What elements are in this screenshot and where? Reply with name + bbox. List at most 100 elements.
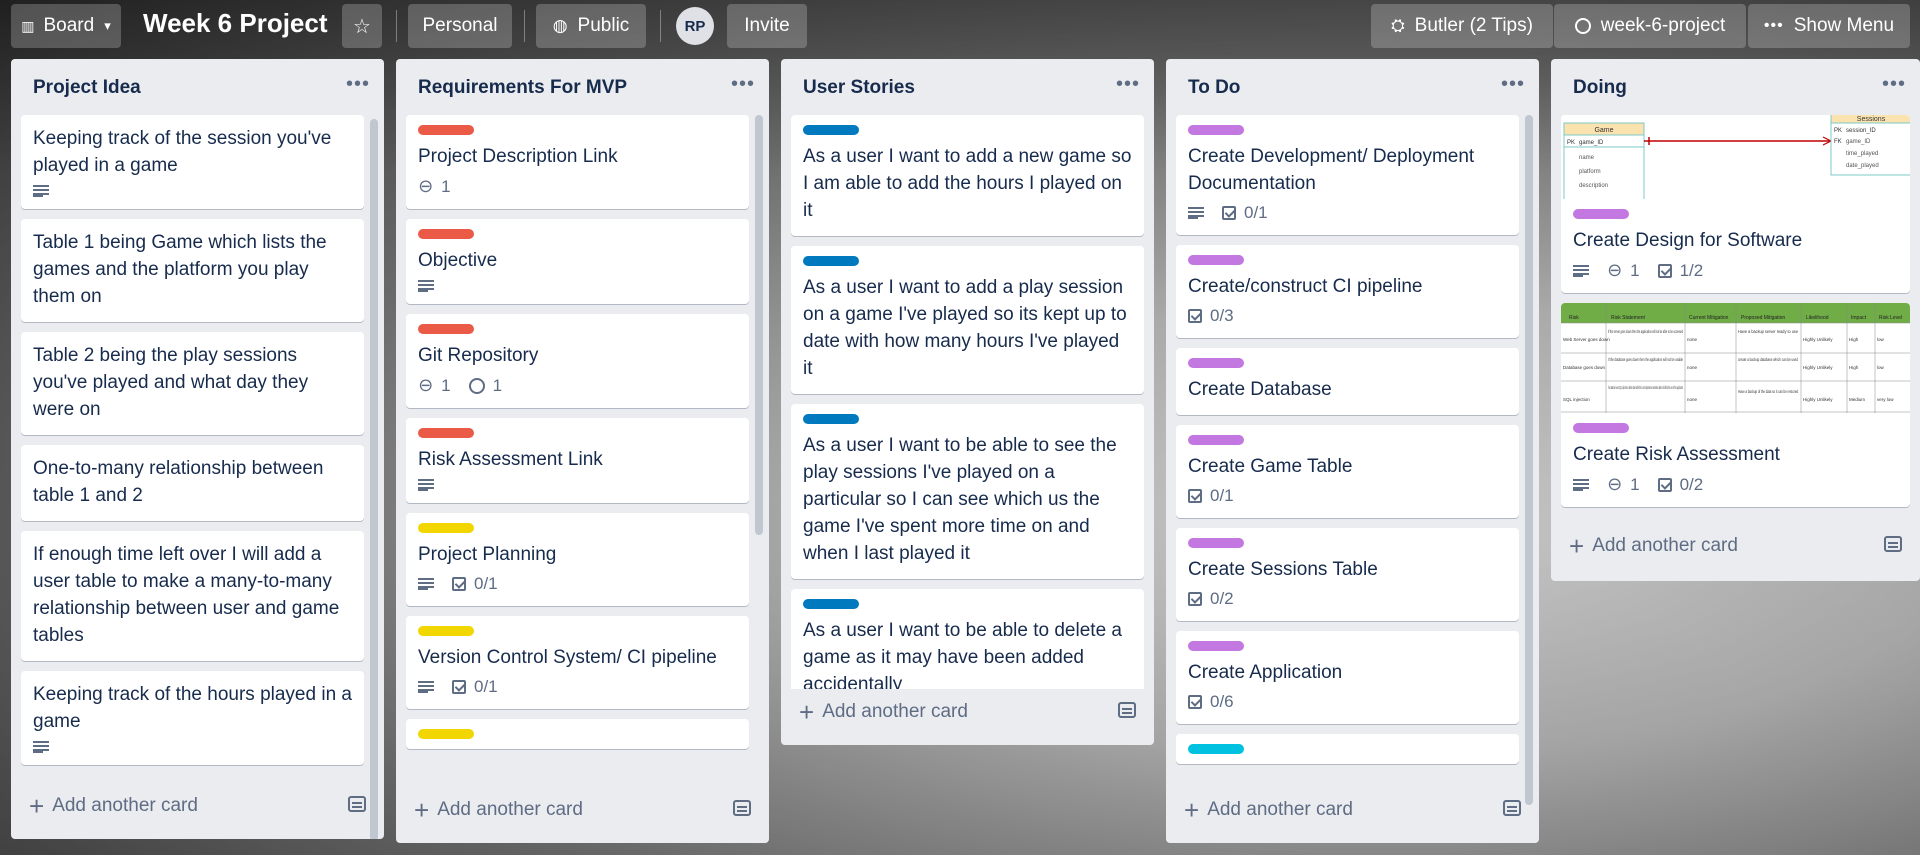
card[interactable]: Project Planning 0/1 <box>406 513 749 606</box>
card-badges: 0/1 <box>1188 486 1507 506</box>
list-menu-icon[interactable]: ••• <box>1501 73 1525 96</box>
visibility-button[interactable]: ◍ Public <box>536 4 646 48</box>
card[interactable]: Table 2 being the play sessions you've p… <box>21 332 364 435</box>
label-purple[interactable] <box>1188 641 1244 651</box>
template-icon[interactable] <box>348 796 366 812</box>
label-yellow[interactable] <box>418 626 474 636</box>
attachment-badge: ⊘ 1 <box>413 373 450 398</box>
risk-cell: none <box>1687 397 1698 402</box>
attachment-icon: ⊘ <box>413 372 439 398</box>
label-red[interactable] <box>418 125 474 135</box>
template-icon[interactable] <box>1503 800 1521 816</box>
card[interactable] <box>1176 734 1519 764</box>
list-to-do: To Do ••• Create Development/ Deployment… <box>1166 59 1539 843</box>
add-card-button[interactable]: + Add another card <box>1184 795 1353 825</box>
label-red[interactable] <box>418 428 474 438</box>
card[interactable]: One-to-many relationship between table 1… <box>21 445 364 521</box>
invite-button[interactable]: Invite <box>727 4 807 48</box>
checklist-count: 0/3 <box>1210 306 1234 325</box>
template-icon[interactable] <box>733 800 751 816</box>
label-purple[interactable] <box>1188 358 1244 368</box>
card[interactable]: If enough time left over I will add a us… <box>21 531 364 661</box>
avatar[interactable]: RP <box>676 7 714 45</box>
add-card-button[interactable]: + Add another card <box>1569 533 1738 559</box>
label-blue[interactable] <box>803 125 859 135</box>
label-blue[interactable] <box>803 599 859 609</box>
card[interactable]: As a user I want to be able to delete a … <box>791 589 1144 689</box>
card[interactable]: Keeping track of the session you've play… <box>21 115 364 209</box>
risk-cell: If the server goes down then the applica… <box>1608 329 1683 334</box>
card[interactable] <box>406 719 749 749</box>
risk-header: Risk Statement <box>1611 315 1646 321</box>
list-title[interactable]: Doing <box>1573 77 1627 99</box>
card-title: Create Sessions Table <box>1188 559 1378 580</box>
card[interactable]: Game PK game_ID name platform descriptio… <box>1561 115 1910 293</box>
template-icon[interactable] <box>1118 702 1136 718</box>
team-button[interactable]: Personal <box>408 4 512 48</box>
list-title[interactable]: User Stories <box>803 77 915 99</box>
label-blue[interactable] <box>803 256 859 266</box>
github-repo-button[interactable]: week-6-project <box>1554 4 1746 48</box>
card[interactable]: Risk Assessment Link <box>406 418 749 503</box>
card-container: Game PK game_ID name platform descriptio… <box>1561 115 1910 525</box>
board-title[interactable]: Week 6 Project <box>143 8 328 39</box>
label-purple[interactable] <box>1188 255 1244 265</box>
checklist-badge: 0/1 <box>452 677 498 697</box>
card[interactable]: Create Database <box>1176 348 1519 415</box>
label-red[interactable] <box>418 229 474 239</box>
card[interactable]: Create Sessions Table 0/2 <box>1176 528 1519 621</box>
card[interactable]: Create Development/ Deployment Documenta… <box>1176 115 1519 235</box>
card[interactable]: As a user I want to add a play session o… <box>791 246 1144 394</box>
board-view-button[interactable]: ▥ Board ▾ <box>11 4 121 48</box>
card[interactable]: Create Application 0/6 <box>1176 631 1519 724</box>
card[interactable]: Table 1 being Game which lists the games… <box>21 219 364 322</box>
label-yellow[interactable] <box>418 523 474 533</box>
template-icon[interactable] <box>1884 536 1902 552</box>
list-footer: + Add another card <box>1551 519 1920 581</box>
list-title[interactable]: Requirements For MVP <box>418 77 627 99</box>
card-title: Objective <box>418 250 498 271</box>
list-scrollbar[interactable] <box>1525 115 1533 805</box>
show-menu-button[interactable]: ••• Show Menu <box>1748 4 1910 48</box>
butler-button[interactable]: ⛭ Butler (2 Tips) <box>1371 4 1553 48</box>
list-user-stories: User Stories ••• As a user I want to add… <box>781 59 1154 745</box>
card[interactable]: Risk Risk Statement Current Mitigation P… <box>1561 303 1910 507</box>
card[interactable]: Project Description Link ⊘ 1 <box>406 115 749 209</box>
list-scrollbar[interactable] <box>755 115 763 535</box>
list-scrollbar[interactable] <box>370 119 378 839</box>
card[interactable]: As a user I want to be able to see the p… <box>791 404 1144 579</box>
star-button[interactable]: ☆ <box>342 4 382 48</box>
label-purple[interactable] <box>1188 538 1244 548</box>
label-purple[interactable] <box>1188 435 1244 445</box>
label-purple[interactable] <box>1573 209 1629 219</box>
list-menu-icon[interactable]: ••• <box>731 73 755 96</box>
list-menu-icon[interactable]: ••• <box>1116 73 1140 96</box>
label-purple[interactable] <box>1573 423 1629 433</box>
card[interactable]: Objective <box>406 219 749 304</box>
card[interactable]: Create Game Table 0/1 <box>1176 425 1519 518</box>
plus-icon: + <box>1184 795 1200 825</box>
card[interactable]: As a user I want to add a new game so I … <box>791 115 1144 236</box>
label-sky[interactable] <box>1188 744 1244 754</box>
risk-header: Risk Level <box>1879 315 1902 321</box>
label-blue[interactable] <box>803 414 859 424</box>
add-card-button[interactable]: + Add another card <box>414 797 583 823</box>
risk-cell: none <box>1687 337 1698 342</box>
label-red[interactable] <box>418 324 474 334</box>
plus-icon: + <box>799 697 815 727</box>
add-card-button[interactable]: + Add another card <box>29 793 198 819</box>
card[interactable]: Create/construct CI pipeline 0/3 <box>1176 245 1519 338</box>
card[interactable]: Git Repository ⊘ 1 1 <box>406 314 749 408</box>
list-title[interactable]: To Do <box>1188 77 1240 99</box>
list-menu-icon[interactable]: ••• <box>1882 73 1906 96</box>
add-card-button[interactable]: + Add another card <box>799 697 968 727</box>
label-yellow[interactable] <box>418 729 474 739</box>
card[interactable]: Version Control System/ CI pipeline 0/1 <box>406 616 749 709</box>
label-purple[interactable] <box>1188 125 1244 135</box>
list-menu-icon[interactable]: ••• <box>346 73 370 96</box>
github-repo-label: week-6-project <box>1600 15 1726 36</box>
list-title[interactable]: Project Idea <box>33 77 141 99</box>
list-project-idea: Project Idea ••• Keeping track of the se… <box>11 59 384 839</box>
list-footer: + Add another card <box>11 779 384 839</box>
card[interactable]: Keeping track of the hours played in a g… <box>21 671 364 765</box>
